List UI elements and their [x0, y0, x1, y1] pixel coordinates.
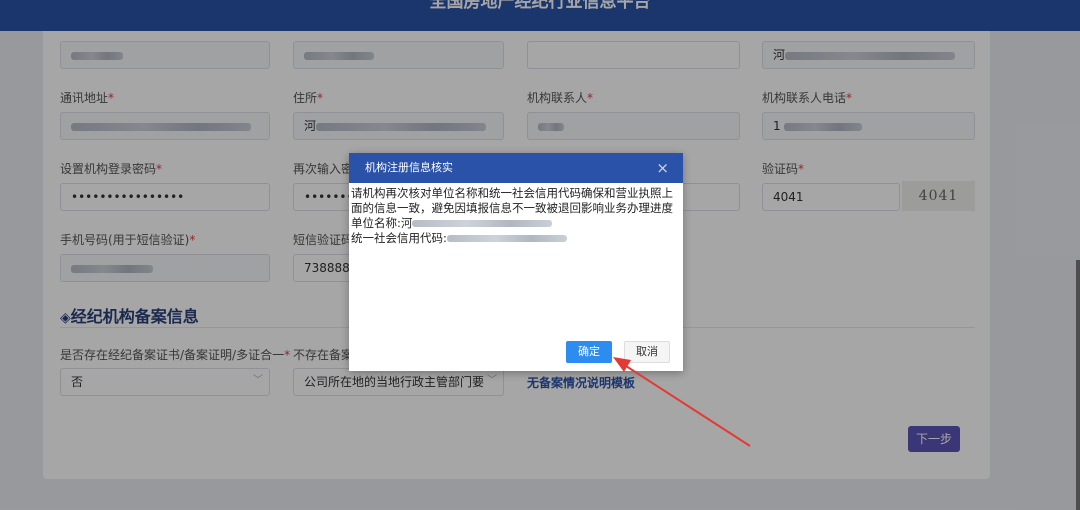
cancel-button[interactable]: 取消 — [624, 341, 670, 363]
credit-code-line: 统一社会信用代码: — [351, 231, 681, 246]
dialog-message: 请机构再次核对单位名称和统一社会信用代码确保和营业执照上面的信息一致，避免因填报… — [351, 186, 673, 215]
verify-dialog: 机构注册信息核实 × 请机构再次核对单位名称和统一社会信用代码确保和营业执照上面… — [349, 153, 683, 371]
unit-name-line: 单位名称:河 — [351, 216, 681, 231]
confirm-button[interactable]: 确定 — [566, 341, 612, 363]
dialog-body: 请机构再次核对单位名称和统一社会信用代码确保和营业执照上面的信息一致，避免因填报… — [349, 183, 683, 246]
dialog-header: 机构注册信息核实 × — [349, 153, 683, 183]
close-icon[interactable]: × — [656, 153, 669, 183]
dialog-title: 机构注册信息核实 — [365, 161, 453, 174]
